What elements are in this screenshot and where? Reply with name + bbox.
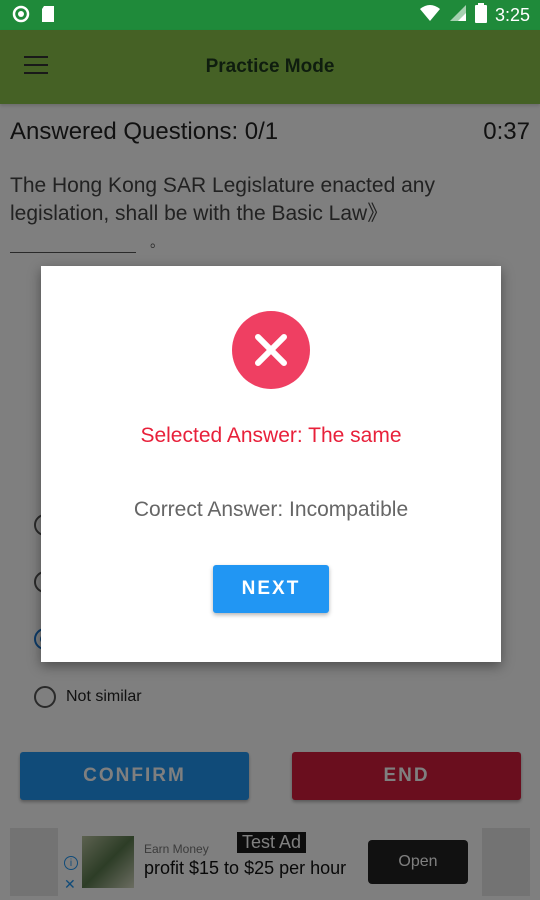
result-dialog: Selected Answer: The same Correct Answer… xyxy=(41,266,501,662)
wifi-icon xyxy=(419,4,441,27)
sd-card-icon xyxy=(40,5,56,28)
battery-icon xyxy=(474,3,487,28)
signal-icon xyxy=(449,4,467,27)
selected-answer: Selected Answer: The same xyxy=(140,424,402,447)
correct-answer: Correct Answer: Incompatible xyxy=(133,498,409,521)
status-bar: 3:25 xyxy=(0,0,540,30)
circle-icon xyxy=(12,5,30,28)
error-x-icon xyxy=(232,311,310,389)
clock: 3:25 xyxy=(494,5,530,25)
next-button[interactable]: NEXT xyxy=(213,565,329,613)
